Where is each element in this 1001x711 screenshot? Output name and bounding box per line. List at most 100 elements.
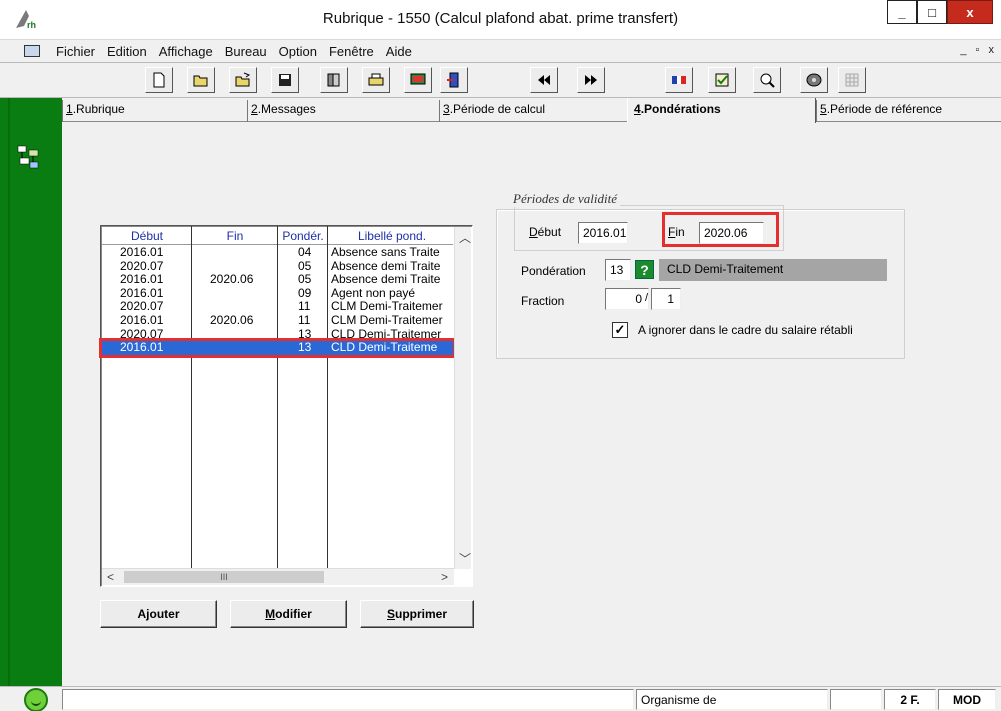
- header-debut[interactable]: Début: [102, 229, 192, 243]
- flag-icon[interactable]: [665, 67, 693, 93]
- minimize-button[interactable]: _: [887, 0, 917, 24]
- scroll-down-icon[interactable]: ﹀: [459, 550, 471, 567]
- open-folder-arrow-icon[interactable]: [229, 67, 257, 93]
- menu-fichier[interactable]: Fichier: [50, 44, 101, 59]
- cell-libelle: CLD Demi-Traiteme: [331, 341, 438, 355]
- menu-affichage[interactable]: Affichage: [153, 44, 219, 59]
- debut-field[interactable]: 2016.01: [578, 222, 628, 244]
- header-fin[interactable]: Fin: [192, 229, 278, 243]
- horizontal-scrollbar[interactable]: < III >: [102, 568, 454, 585]
- menu-option[interactable]: Option: [273, 44, 323, 59]
- binder-icon[interactable]: [320, 67, 348, 93]
- supprimer-button[interactable]: Supprimer: [360, 600, 474, 628]
- cell-ponder: 13: [298, 327, 312, 341]
- disk-icon[interactable]: [800, 67, 828, 93]
- status-blank-field: [830, 689, 882, 710]
- fraction-denominator-field[interactable]: 1: [651, 288, 681, 310]
- cell-ponder: 13: [298, 341, 312, 355]
- hierarchy-icon[interactable]: [14, 142, 42, 174]
- ponderation-label: Pondération: [521, 264, 586, 278]
- list-row[interactable]: 2016.01 2020.06 11 CLM Demi-Traitemer: [102, 314, 453, 328]
- list-row[interactable]: 2020.07 13 CLD Demi-Traitemer: [102, 328, 453, 342]
- debut-label: Début: [529, 225, 561, 239]
- smiley-status-icon: [24, 688, 48, 711]
- exit-door-icon[interactable]: [440, 67, 468, 93]
- fraction-numerator-field[interactable]: 0: [605, 288, 649, 310]
- list-row[interactable]: 2016.01 09 Agent non payé: [102, 287, 453, 301]
- cell-libelle: Absence sans Traite: [331, 246, 440, 259]
- ponderation-libelle-field: CLD Demi-Traitement: [659, 259, 887, 281]
- ponderation-code-field[interactable]: 13: [605, 259, 631, 281]
- maximize-button[interactable]: □: [917, 0, 947, 24]
- menu-aide[interactable]: Aide: [380, 44, 418, 59]
- tab-periode-calcul-key: 3: [443, 102, 450, 116]
- status-message-field: [62, 689, 634, 710]
- ignore-checkbox[interactable]: ✓: [612, 322, 628, 338]
- cell-libelle: Absence demi Traite: [331, 259, 441, 273]
- tab-rubrique[interactable]: 1.Rubrique: [62, 100, 247, 122]
- tab-messages-key: 2: [251, 102, 258, 116]
- mdi-window-controls[interactable]: _ ▫ x: [960, 44, 997, 56]
- list-row[interactable]: 2020.07 11 CLM Demi-Traitemer: [102, 300, 453, 314]
- status-organisme-field: Organisme de: [636, 689, 828, 710]
- tab-periode-calcul[interactable]: 3.Période de calcul: [439, 100, 627, 122]
- tab-periode-reference-label: .Période de référence: [826, 102, 943, 116]
- tab-messages-label: .Messages: [257, 102, 316, 116]
- tab-ponderations-key: 4: [634, 102, 641, 116]
- supprimer-label: upprimer: [395, 607, 448, 621]
- selected-list-row[interactable]: 2016.01 13 CLD Demi-Traiteme: [99, 338, 456, 358]
- menu-fenetre[interactable]: Fenêtre: [323, 44, 380, 59]
- modifier-button[interactable]: Modifier: [230, 600, 347, 628]
- horizontal-scroll-thumb[interactable]: III: [124, 571, 324, 583]
- new-document-icon[interactable]: [145, 67, 173, 93]
- cell-ponder: 05: [298, 259, 312, 273]
- cell-debut: 2020.07: [120, 259, 164, 273]
- close-button[interactable]: x: [947, 0, 993, 24]
- screen-icon[interactable]: [404, 67, 432, 93]
- print-folder-icon[interactable]: [362, 67, 390, 93]
- cell-debut: 2016.01: [120, 246, 164, 259]
- status-bar: Organisme de 2 F. MOD: [0, 686, 1001, 711]
- ponderations-list[interactable]: Début Fin Pondér. Libellé pond. 2016.01 …: [99, 225, 473, 587]
- cell-debut: 2020.07: [120, 300, 164, 314]
- list-row[interactable]: 2016.01 2020.06 05 Absence demi Traite: [102, 273, 453, 287]
- tab-periode-reference[interactable]: 5.Période de référence: [816, 100, 1001, 122]
- window-title: Rubrique - 1550 (Calcul plafond abat. pr…: [322, 10, 679, 27]
- tab-ponderations[interactable]: 4.Pondérations: [627, 98, 816, 123]
- scroll-up-icon[interactable]: ︿: [459, 229, 471, 246]
- help-question-icon[interactable]: ?: [635, 260, 654, 279]
- cell-libelle: Agent non payé: [331, 286, 416, 300]
- ignore-checkbox-label[interactable]: A ignorer dans le cadre du salaire rétab…: [638, 323, 853, 337]
- checklist-icon[interactable]: [708, 67, 736, 93]
- fast-forward-icon[interactable]: [577, 67, 605, 93]
- save-floppy-icon[interactable]: [271, 67, 299, 93]
- tab-strip: 1.Rubrique 2.Messages 3.Période de calcu…: [62, 98, 1001, 123]
- rewind-icon[interactable]: [530, 67, 558, 93]
- window-menu-icon[interactable]: [24, 45, 40, 57]
- cell-debut: 2016.01: [120, 286, 164, 300]
- list-row[interactable]: 2016.01 04 Absence sans Traite: [102, 246, 453, 260]
- cell-ponder: 05: [298, 273, 312, 287]
- tab-ponderations-label: .Pondérations: [640, 102, 721, 116]
- cell-debut: 2016.01: [120, 313, 164, 327]
- menu-bureau[interactable]: Bureau: [219, 44, 273, 59]
- menu-edition[interactable]: Edition: [101, 44, 153, 59]
- ajouter-button[interactable]: Ajouter: [100, 600, 217, 628]
- grid-disabled-icon: [838, 67, 866, 93]
- cell-libelle: CLM Demi-Traitemer: [331, 313, 443, 327]
- header-libelle[interactable]: Libellé pond.: [328, 229, 456, 243]
- cell-ponder: 11: [298, 300, 311, 314]
- scroll-left-icon[interactable]: <: [107, 570, 114, 584]
- header-ponder[interactable]: Pondér.: [278, 229, 328, 243]
- tab-messages[interactable]: 2.Messages: [247, 100, 439, 122]
- list-rows: 2016.01 04 Absence sans Traite 2020.07 0…: [99, 246, 456, 358]
- list-row[interactable]: 2020.07 05 Absence demi Traite: [102, 260, 453, 274]
- magnifier-icon[interactable]: [753, 67, 781, 93]
- vertical-scrollbar[interactable]: ︿ ﹀: [454, 227, 471, 569]
- modifier-key: M: [265, 607, 276, 621]
- cell-fin: 2020.06: [210, 313, 254, 327]
- open-folder-icon[interactable]: [187, 67, 215, 93]
- cell-debut: 2020.07: [120, 327, 164, 341]
- scroll-right-icon[interactable]: >: [441, 570, 448, 584]
- toolbar: [0, 62, 1001, 98]
